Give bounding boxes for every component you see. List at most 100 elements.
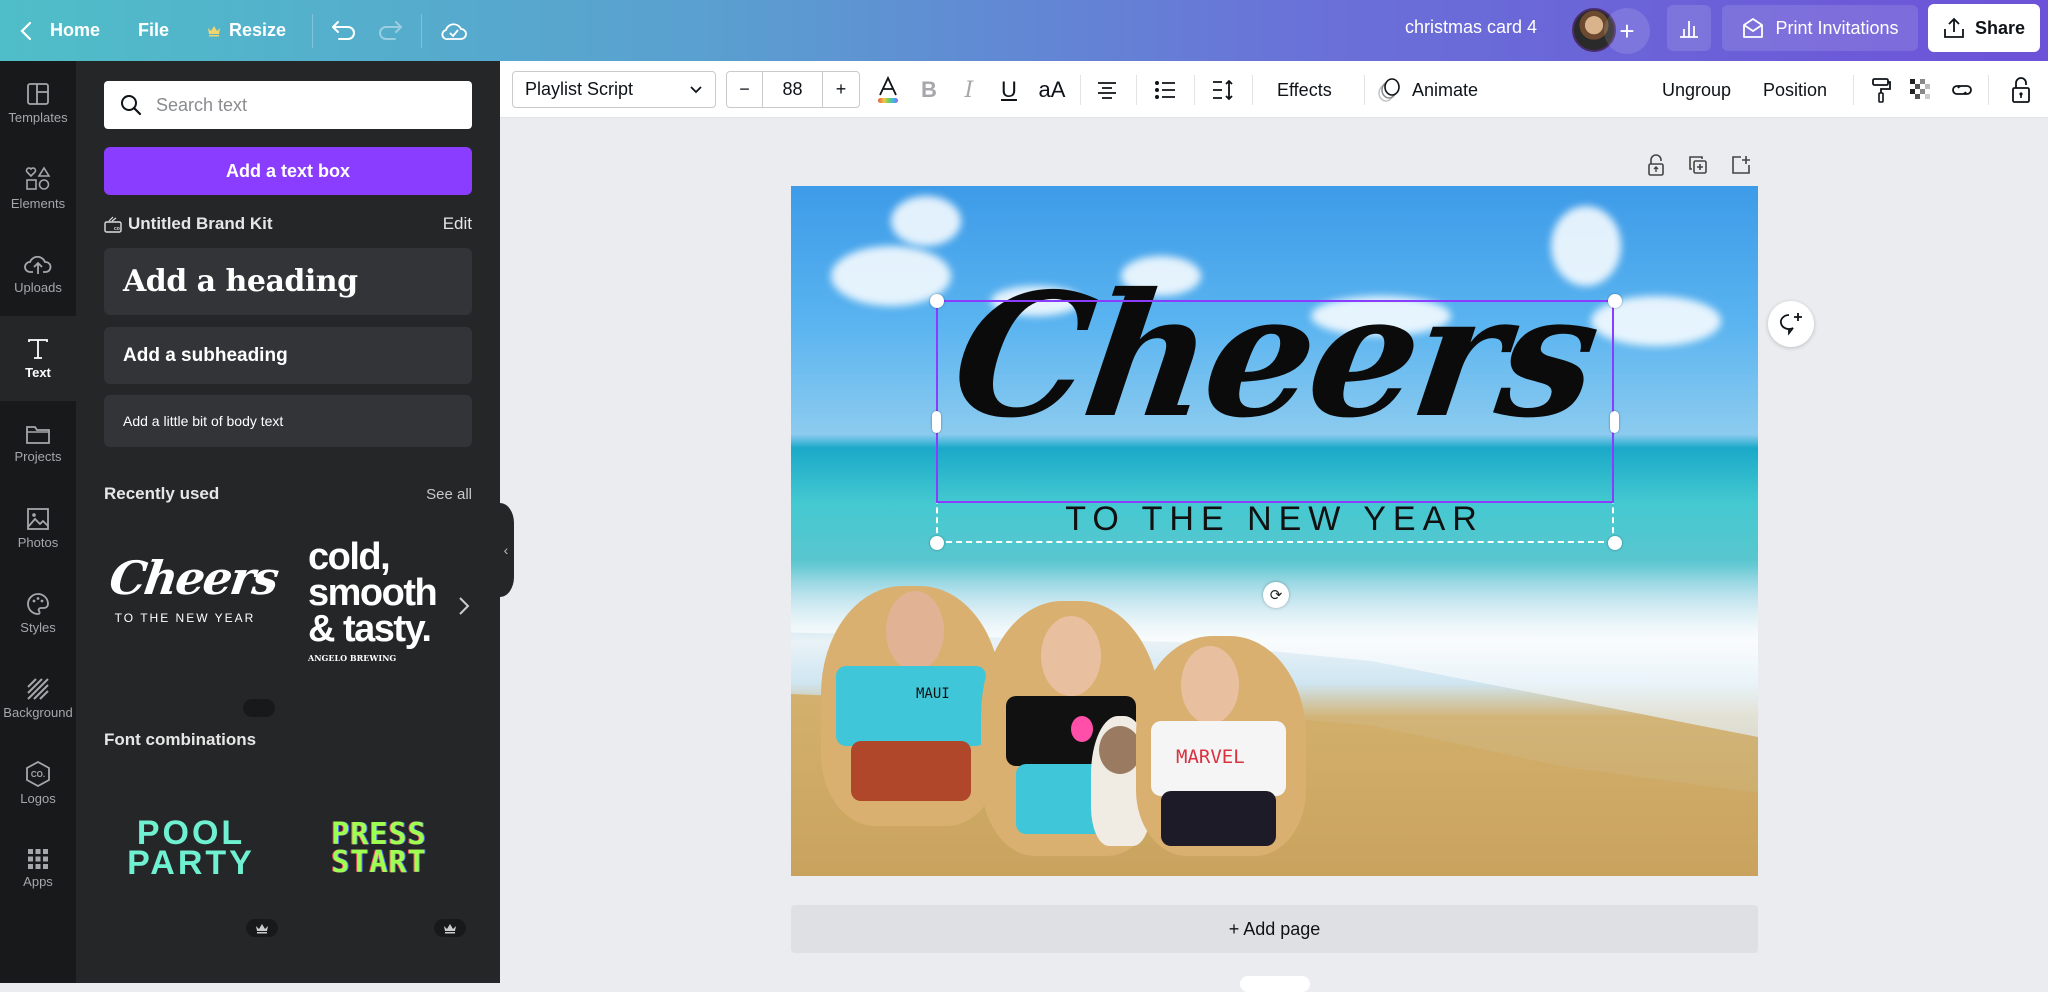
align-button[interactable] (1092, 75, 1122, 105)
lock-page-button[interactable] (1641, 150, 1671, 180)
rail-label: Background (3, 705, 73, 720)
font-size-input[interactable]: 88 (763, 72, 823, 107)
save-status-button[interactable] (430, 9, 478, 53)
underline-button[interactable]: U (994, 75, 1024, 105)
see-all-link[interactable]: See all (426, 486, 472, 503)
logo-hexagon-icon: CO. (26, 761, 50, 787)
position-button[interactable]: Position (1763, 75, 1827, 105)
add-heading-card[interactable]: Add a heading (104, 248, 472, 315)
add-page-icon-button[interactable] (1726, 150, 1756, 180)
document-title[interactable]: christmas card 4 (1405, 0, 1537, 61)
rail-item-photos[interactable]: Photos (0, 486, 76, 571)
print-invitations-label: Print Invitations (1775, 17, 1899, 38)
divider (1988, 75, 1989, 105)
animate-icon-wrapper[interactable] (1374, 75, 1404, 105)
rail-item-apps[interactable]: Apps (0, 826, 76, 911)
text-selection-box (936, 300, 1614, 503)
undo-button[interactable] (321, 9, 367, 53)
link-button[interactable] (1947, 75, 1977, 105)
search-input[interactable] (156, 94, 456, 116)
rail-item-background[interactable]: Background (0, 656, 76, 741)
duplicate-page-button[interactable] (1683, 150, 1713, 180)
ungroup-button[interactable]: Ungroup (1662, 75, 1731, 105)
file-menu[interactable]: File (126, 9, 181, 53)
rail-item-text[interactable]: Text (0, 316, 76, 401)
redo-icon (377, 20, 403, 42)
list-icon (1154, 80, 1176, 100)
rail-item-uploads[interactable]: Uploads (0, 231, 76, 316)
italic-button[interactable]: I (954, 75, 984, 105)
bold-button[interactable]: B (914, 75, 944, 105)
add-text-box-button[interactable]: Add a text box (104, 147, 472, 195)
rotate-icon: ⟳ (1269, 587, 1283, 604)
rail-label: Uploads (14, 280, 62, 295)
font-combo-press-start[interactable]: PRESS START (304, 820, 454, 880)
home-button[interactable]: Home (8, 9, 112, 53)
recent-item-cheers[interactable]: Cheers TO THE NEW YEAR (106, 551, 280, 671)
font-family-dropdown[interactable]: Playlist Script (512, 71, 716, 108)
resize-handle-top-right[interactable] (1608, 294, 1622, 308)
add-body-text-card[interactable]: Add a little bit of body text (104, 395, 472, 447)
letter-case-button[interactable]: aA (1034, 75, 1070, 105)
link-icon (1950, 79, 1974, 101)
resize-handle-bottom-right[interactable] (1608, 536, 1622, 550)
plus-icon: + (1619, 15, 1635, 46)
effects-button[interactable]: Effects (1277, 75, 1332, 105)
premium-badge (434, 919, 466, 937)
resize-button[interactable]: Resize (195, 9, 298, 53)
recent-item-cold-smooth[interactable]: cold, smooth & tasty. ANGELO BREWING (308, 538, 458, 689)
recently-used-title: Recently used (104, 484, 220, 503)
page-indicator[interactable] (1240, 976, 1310, 992)
rail-item-projects[interactable]: Projects (0, 401, 76, 486)
collapse-panel-button[interactable]: ‹ (498, 503, 514, 597)
file-label: File (138, 20, 170, 40)
text-panel: Add a text box co Untitled Brand Kit Edi… (76, 61, 500, 983)
rail-label: Templates (8, 110, 68, 125)
crown-icon (255, 923, 269, 934)
add-collaborator-button[interactable]: + (1604, 8, 1650, 54)
rail-item-logos[interactable]: CO. Logos (0, 741, 76, 826)
lock-button[interactable] (2006, 75, 2036, 105)
resize-handle-right[interactable] (1610, 411, 1619, 433)
share-button[interactable]: Share (1928, 4, 2040, 52)
copy-style-button[interactable] (1866, 75, 1896, 105)
rail-item-elements[interactable]: Elements (0, 146, 76, 231)
redo-button[interactable] (367, 9, 413, 53)
rail-item-templates[interactable]: Templates (0, 61, 76, 146)
animate-icon (1376, 77, 1402, 103)
home-label: Home (50, 20, 101, 40)
font-combo-pool-party[interactable]: POOL PARTY (116, 816, 266, 880)
divider (1853, 75, 1854, 105)
combo-line-2: START (331, 845, 427, 880)
rail-label: Text (25, 365, 51, 380)
print-invitations-button[interactable]: Print Invitations (1722, 5, 1918, 51)
rotate-handle[interactable]: ⟳ (1263, 582, 1289, 608)
transparency-button[interactable] (1906, 75, 1936, 105)
add-page-button[interactable]: + Add page (791, 905, 1758, 953)
resize-handle-left[interactable] (932, 411, 941, 433)
svg-text:co: co (114, 226, 120, 232)
search-box[interactable] (104, 81, 472, 129)
edit-brand-kit-link[interactable]: Edit (443, 214, 472, 234)
premium-badge (243, 699, 275, 717)
add-subheading-card[interactable]: Add a subheading (104, 327, 472, 384)
add-comment-button[interactable] (1768, 301, 1814, 347)
resize-handle-top-left[interactable] (930, 294, 944, 308)
rail-item-styles[interactable]: Styles (0, 571, 76, 656)
font-family-value: Playlist Script (525, 79, 634, 99)
analytics-button[interactable] (1667, 5, 1711, 51)
increase-font-size-button[interactable]: + (823, 72, 859, 107)
text-color-button[interactable] (873, 75, 903, 105)
background-cloud (891, 196, 961, 246)
carousel-next-button[interactable] (458, 596, 478, 626)
resize-handle-bottom-left[interactable] (930, 536, 944, 550)
chevron-right-icon (458, 596, 478, 616)
decrease-font-size-button[interactable]: − (727, 72, 763, 107)
animate-button[interactable]: Animate (1412, 75, 1478, 105)
spacing-button[interactable] (1208, 75, 1238, 105)
unlock-icon (1647, 154, 1665, 176)
underline-icon: U (1001, 77, 1017, 102)
design-page[interactable]: MAUI MARVEL Cheers TO THE NEW YEAR ⟳ (791, 186, 1758, 876)
preview-sub-text: ANGELO BREWING (308, 653, 397, 663)
list-button[interactable] (1150, 75, 1180, 105)
